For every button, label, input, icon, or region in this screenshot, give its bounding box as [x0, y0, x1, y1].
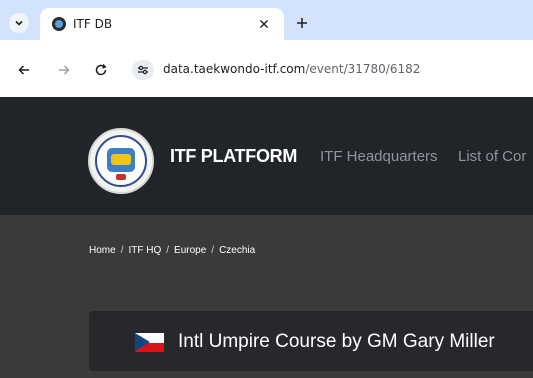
- breadcrumb: Home / ITF HQ / Europe / Czechia: [89, 245, 255, 256]
- event-title: Intl Umpire Course by GM Gary Miller: [178, 331, 495, 352]
- breadcrumb-home[interactable]: Home: [89, 245, 116, 256]
- address-bar[interactable]: data.taekwondo-itf.com/event/31780/6182: [163, 62, 420, 76]
- tab-title: ITF DB: [73, 17, 113, 31]
- arrow-right-icon: [59, 65, 70, 75]
- back-button[interactable]: [16, 62, 32, 78]
- nav-link-itf-headquarters[interactable]: ITF Headquarters: [320, 148, 438, 165]
- event-title-card: Intl Umpire Course by GM Gary Miller: [89, 311, 533, 371]
- breadcrumb-europe[interactable]: Europe: [174, 245, 206, 256]
- breadcrumb-czechia[interactable]: Czechia: [219, 245, 255, 256]
- plus-icon: [297, 18, 307, 28]
- tune-icon: [138, 65, 148, 75]
- browser-toolbar: data.taekwondo-itf.com/event/31780/6182: [0, 40, 533, 97]
- site-brand[interactable]: ITF PLATFORM: [170, 146, 297, 167]
- breadcrumb-separator: /: [211, 245, 215, 256]
- breadcrumb-separator: /: [120, 245, 124, 256]
- reload-button[interactable]: [93, 62, 109, 78]
- itf-favicon-icon: [52, 17, 66, 31]
- breadcrumb-separator: /: [166, 245, 170, 256]
- site-info-button[interactable]: [132, 60, 154, 80]
- chevron-down-icon: [15, 20, 23, 26]
- tab-search-button[interactable]: [9, 13, 29, 33]
- tab-close-button[interactable]: [254, 14, 274, 34]
- breadcrumb-itf-hq[interactable]: ITF HQ: [128, 245, 161, 256]
- new-tab-button[interactable]: [293, 14, 311, 32]
- url-path: /event/31780/6182: [305, 62, 421, 76]
- forward-button[interactable]: [56, 62, 72, 78]
- itf-logo[interactable]: [88, 128, 154, 194]
- logo-star: [116, 174, 126, 180]
- browser-tab[interactable]: ITF DB: [40, 8, 284, 40]
- close-icon: [260, 20, 268, 28]
- czech-flag-icon: [135, 333, 164, 352]
- reload-icon: [95, 63, 107, 76]
- nav-link-list-of-countries[interactable]: List of Cor: [458, 148, 526, 165]
- logo-emblem: [107, 148, 135, 172]
- url-domain: data.taekwondo-itf.com: [163, 62, 306, 76]
- arrow-left-icon: [18, 65, 29, 75]
- browser-tab-strip: ITF DB: [0, 0, 533, 40]
